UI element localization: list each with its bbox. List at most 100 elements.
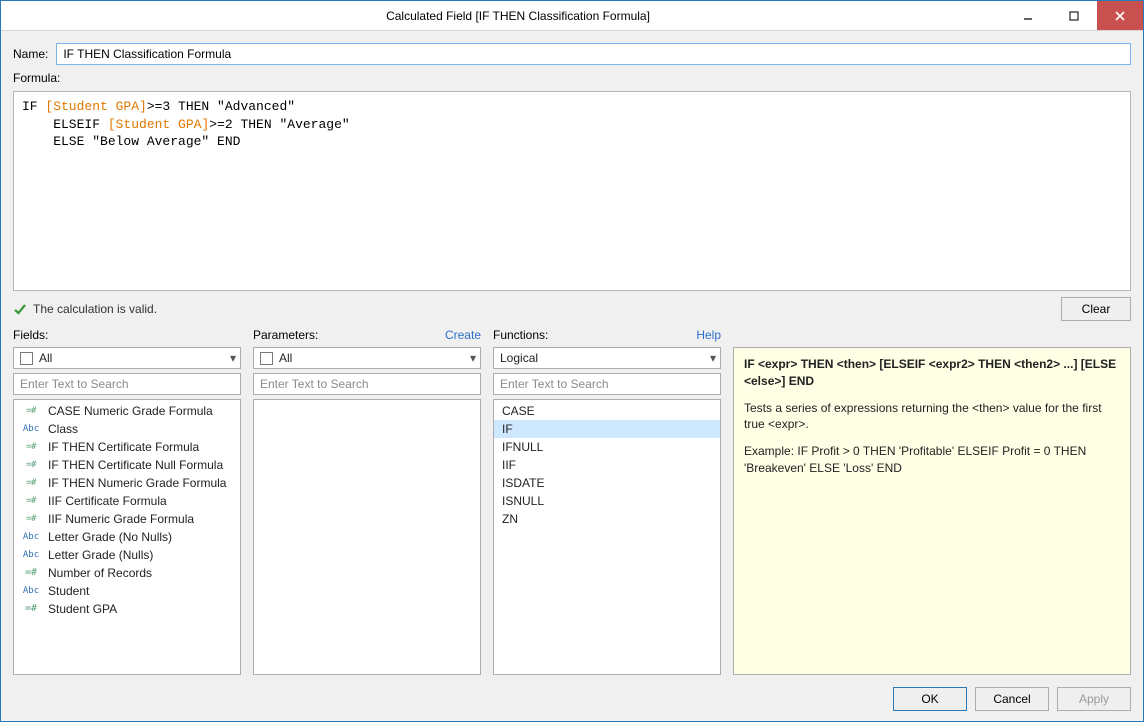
close-button[interactable]: [1097, 1, 1143, 30]
list-item[interactable]: IIF: [494, 456, 720, 474]
list-item[interactable]: Abc Class: [14, 420, 240, 438]
num-field-icon: =#: [20, 566, 42, 580]
list-item-label: Number of Records: [48, 565, 152, 581]
abc-field-icon: Abc: [20, 422, 42, 436]
list-item[interactable]: =# Student GPA: [14, 600, 240, 618]
minimize-icon: [1022, 10, 1034, 22]
list-item-label: IF THEN Certificate Null Formula: [48, 457, 223, 473]
list-item-label: Letter Grade (Nulls): [48, 547, 153, 563]
chevron-down-icon: ▾: [470, 351, 476, 365]
list-item-label: IIF Numeric Grade Formula: [48, 511, 194, 527]
calc-field-icon: =#: [20, 476, 42, 490]
list-item-label: IF THEN Numeric Grade Formula: [48, 475, 226, 491]
checkbox-icon: [260, 352, 273, 365]
list-item-label: IIF Certificate Formula: [48, 493, 167, 509]
calc-field-icon: =#: [20, 494, 42, 508]
list-item-label: Letter Grade (No Nulls): [48, 529, 172, 545]
parameters-search-input[interactable]: Enter Text to Search: [253, 373, 481, 395]
fields-filter-combo[interactable]: All ▾: [13, 347, 241, 369]
list-item[interactable]: =# IF THEN Numeric Grade Formula: [14, 474, 240, 492]
calc-field-icon: =#: [20, 440, 42, 454]
list-item-label: IF THEN Certificate Formula: [48, 439, 199, 455]
field-reference: [Student GPA]: [45, 99, 146, 114]
functions-search-input[interactable]: Enter Text to Search: [493, 373, 721, 395]
list-item[interactable]: =# IF THEN Certificate Formula: [14, 438, 240, 456]
dialog-window: Calculated Field [IF THEN Classification…: [0, 0, 1144, 722]
formula-editor[interactable]: IF [Student GPA]>=3 THEN "Advanced" ELSE…: [13, 91, 1131, 291]
list-item[interactable]: =# IIF Numeric Grade Formula: [14, 510, 240, 528]
parameters-label: Parameters:: [253, 328, 318, 342]
functions-label: Functions:: [493, 328, 548, 342]
combo-value: Logical: [500, 351, 538, 365]
checkbox-icon: [20, 352, 33, 365]
list-item[interactable]: =#CASE Numeric Grade Formula: [14, 402, 240, 420]
fields-search-input[interactable]: Enter Text to Search: [13, 373, 241, 395]
field-reference: [Student GPA]: [108, 117, 209, 132]
abc-field-icon: Abc: [20, 584, 42, 598]
calc-field-icon: =#: [20, 404, 42, 418]
minimize-button[interactable]: [1005, 1, 1051, 30]
num-field-icon: =#: [20, 602, 42, 616]
name-label: Name:: [13, 47, 48, 61]
formula-text: >=2 THEN "Average": [209, 117, 349, 132]
name-input[interactable]: [56, 43, 1131, 65]
list-item[interactable]: =# IF THEN Certificate Null Formula: [14, 456, 240, 474]
validation-text: The calculation is valid.: [33, 302, 157, 316]
parameters-list[interactable]: [253, 399, 481, 675]
formula-text: ELSE "Below Average" END: [22, 134, 240, 149]
window-title: Calculated Field [IF THEN Classification…: [31, 1, 1005, 30]
parameters-pane: Parameters: Create All ▾ Enter Text to S…: [253, 327, 481, 675]
cancel-button[interactable]: Cancel: [975, 687, 1049, 711]
list-item-label: Student: [48, 583, 89, 599]
ok-button[interactable]: OK: [893, 687, 967, 711]
chevron-down-icon: ▾: [710, 351, 716, 365]
fields-list[interactable]: =#CASE Numeric Grade Formula Abc Class =# IF…: [13, 399, 241, 675]
parameters-filter-combo[interactable]: All ▾: [253, 347, 481, 369]
calc-field-icon: =#: [20, 512, 42, 526]
list-item[interactable]: CASE: [494, 402, 720, 420]
abc-field-icon: Abc: [20, 530, 42, 544]
panes-row: Fields: All ▾ Enter Text to Search =#CAS…: [13, 327, 1131, 675]
maximize-button[interactable]: [1051, 1, 1097, 30]
list-item[interactable]: IFNULL: [494, 438, 720, 456]
list-item[interactable]: ISNULL: [494, 492, 720, 510]
formula-label: Formula:: [13, 71, 1131, 85]
functions-pane: Functions: Help Logical ▾ Enter Text to …: [493, 327, 721, 675]
dialog-footer: OK Cancel Apply: [13, 681, 1131, 711]
functions-category-combo[interactable]: Logical ▾: [493, 347, 721, 369]
abc-field-icon: Abc: [20, 548, 42, 562]
check-icon: [13, 302, 27, 316]
client-area: Name: Formula: IF [Student GPA]>=3 THEN …: [1, 31, 1143, 721]
validation-row: The calculation is valid. Clear: [13, 297, 1131, 321]
clear-button[interactable]: Clear: [1061, 297, 1131, 321]
calc-field-icon: =#: [20, 458, 42, 472]
list-item[interactable]: Abc Letter Grade (No Nulls): [14, 528, 240, 546]
create-parameter-link[interactable]: Create: [445, 328, 481, 342]
chevron-down-icon: ▾: [230, 351, 236, 365]
help-description: Tests a series of expressions returning …: [744, 400, 1120, 434]
functions-list[interactable]: CASEIFIFNULLIIFISDATEISNULLZN: [493, 399, 721, 675]
help-pane: IF <expr> THEN <then> [ELSEIF <expr2> TH…: [733, 327, 1131, 675]
fields-pane: Fields: All ▾ Enter Text to Search =#CAS…: [13, 327, 241, 675]
function-help-box: IF <expr> THEN <then> [ELSEIF <expr2> TH…: [733, 347, 1131, 675]
list-item[interactable]: =# Number of Records: [14, 564, 240, 582]
list-item[interactable]: IF: [494, 420, 720, 438]
list-item-label: Student GPA: [48, 601, 117, 617]
list-item[interactable]: ISDATE: [494, 474, 720, 492]
combo-value: All: [279, 351, 292, 365]
combo-value: All: [39, 351, 52, 365]
apply-button[interactable]: Apply: [1057, 687, 1131, 711]
list-item[interactable]: Abc Student: [14, 582, 240, 600]
list-item[interactable]: Abc Letter Grade (Nulls): [14, 546, 240, 564]
formula-text: ELSEIF: [22, 117, 108, 132]
name-row: Name:: [13, 43, 1131, 65]
list-item[interactable]: ZN: [494, 510, 720, 528]
list-item[interactable]: =# IIF Certificate Formula: [14, 492, 240, 510]
help-syntax: IF <expr> THEN <then> [ELSEIF <expr2> TH…: [744, 356, 1120, 390]
formula-text: IF: [22, 99, 45, 114]
functions-help-link[interactable]: Help: [696, 328, 721, 342]
title-bar: Calculated Field [IF THEN Classification…: [1, 1, 1143, 31]
validation-status: The calculation is valid.: [13, 302, 157, 316]
window-buttons: [1005, 1, 1143, 30]
list-item-label: Class: [48, 421, 78, 437]
